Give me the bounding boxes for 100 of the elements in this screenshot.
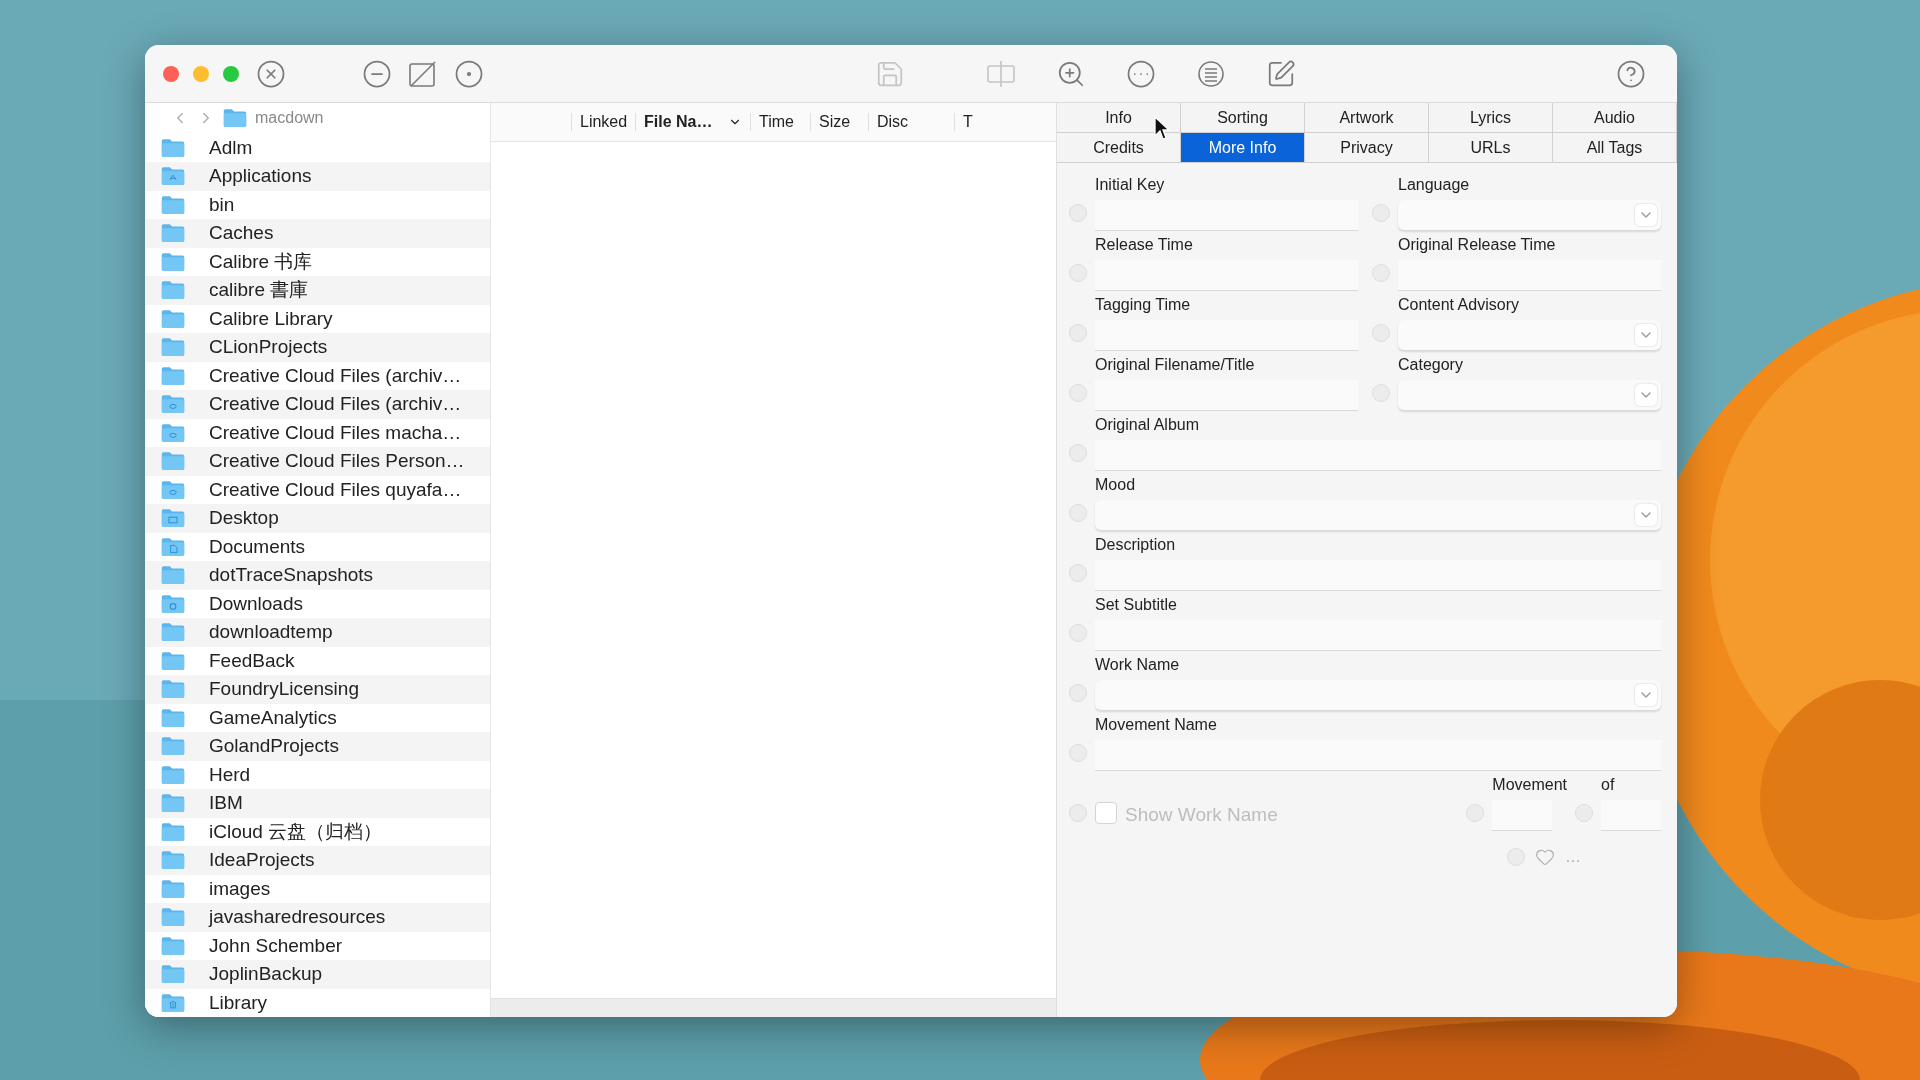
folder-name: Creative Cloud Files macha… (209, 421, 462, 444)
cloud-folder-icon (161, 394, 185, 415)
column-header[interactable]: Time (750, 113, 810, 131)
folder-name: IBM (209, 792, 243, 815)
tab[interactable]: Info (1057, 103, 1181, 133)
cursor-icon (1153, 115, 1171, 141)
column-header[interactable]: File Na… (635, 113, 750, 131)
field-label: Initial Key (1095, 176, 1166, 194)
folder-icon (161, 223, 185, 244)
input-field[interactable] (1095, 440, 1661, 471)
input-field[interactable] (1492, 800, 1553, 831)
close-window-button[interactable] (163, 65, 179, 82)
library-folder-icon (161, 992, 185, 1013)
applications-folder-icon (161, 166, 185, 187)
checkbox-label: Show Work Name (1125, 804, 1278, 826)
folder-icon (161, 280, 185, 301)
field-label: Tagging Time (1095, 296, 1192, 314)
tab[interactable]: Credits (1057, 133, 1181, 163)
compose-icon (1266, 58, 1296, 89)
input-field[interactable] (1398, 260, 1661, 291)
folder-name: images (209, 877, 271, 900)
field-label: Set Subtitle (1095, 596, 1178, 614)
checkbox[interactable] (1095, 802, 1117, 824)
folder-row[interactable]: JoplinBackup (145, 960, 490, 989)
minimize-window-button[interactable] (193, 65, 209, 82)
field-label: Description (1095, 536, 1177, 554)
column-header[interactable]: Disc (868, 113, 954, 131)
folder-row[interactable]: dotTraceSnapshots (145, 561, 490, 590)
folder-row[interactable]: IdeaProjects (145, 846, 490, 875)
help-icon (1616, 58, 1646, 89)
input-field[interactable] (1095, 260, 1358, 291)
folder-name: IdeaProjects (209, 849, 315, 872)
field-label: of (1601, 776, 1615, 794)
tab[interactable]: More Info (1181, 133, 1305, 163)
tab[interactable]: Privacy (1305, 133, 1429, 163)
downloads-folder-icon (161, 593, 185, 614)
field-label: Movement (1492, 776, 1567, 794)
folder-name: Applications (209, 165, 312, 188)
tab[interactable]: All Tags (1553, 133, 1677, 163)
input-field[interactable] (1095, 320, 1358, 351)
folder-row[interactable]: FoundryLicensing (145, 675, 490, 704)
folder-name: iCloud 云盘（归档） (209, 819, 383, 844)
folder-name: Calibre 书库 (209, 249, 313, 274)
input-field[interactable] (1095, 740, 1661, 771)
field-label: Movement Name (1095, 716, 1218, 734)
field-label: Work Name (1095, 656, 1181, 674)
folder-icon (161, 451, 185, 472)
folder-icon (161, 935, 185, 956)
folder-name: Caches (209, 222, 274, 245)
tab[interactable]: Sorting (1181, 103, 1305, 133)
input-field[interactable] (1601, 800, 1661, 831)
folder-icon (161, 821, 185, 842)
column-header[interactable]: Linked (571, 113, 635, 131)
tab[interactable]: Artwork (1305, 103, 1429, 133)
cloud-folder-icon (161, 422, 185, 443)
tab[interactable]: Lyrics (1429, 103, 1553, 133)
dropdown-field[interactable] (1398, 200, 1661, 231)
path-text: macdown (255, 109, 324, 128)
folder-row[interactable]: Desktop (145, 504, 490, 533)
input-field[interactable] (1095, 200, 1358, 231)
tab[interactable]: URLs (1429, 133, 1553, 163)
scrollbar-track[interactable] (491, 998, 1056, 1017)
folder-icon (161, 907, 185, 928)
folder-row[interactable]: CLionProjects (145, 333, 490, 362)
folder-row[interactable]: downloadtemp (145, 618, 490, 647)
input-field[interactable] (1095, 380, 1358, 411)
dropdown-field[interactable] (1398, 380, 1661, 411)
input-field[interactable] (1095, 620, 1661, 651)
dropdown-field[interactable] (1095, 500, 1661, 531)
split-icon (985, 58, 1017, 89)
zoom-window-button[interactable] (223, 65, 239, 82)
close-icon (256, 58, 286, 89)
folder-name: javasharedresources (209, 906, 386, 929)
folder-row[interactable]: Caches (145, 219, 490, 248)
folder-name: Creative Cloud Files (archiv… (209, 393, 462, 416)
folder-icon (161, 622, 185, 643)
column-header[interactable]: Size (810, 113, 868, 131)
folder-icon (161, 764, 185, 785)
field-label: Content Advisory (1398, 296, 1520, 314)
folder-row[interactable]: Creative Cloud Files Person… (145, 447, 490, 476)
folder-row[interactable]: javasharedresources (145, 903, 490, 932)
folder-row[interactable]: GolandProjects (145, 732, 490, 761)
tab[interactable]: Audio (1553, 103, 1677, 133)
dropdown-field[interactable] (1398, 320, 1661, 351)
column-header[interactable]: T (954, 113, 994, 131)
folder-name: Creative Cloud Files quyafa… (209, 478, 462, 501)
folder-icon (161, 878, 185, 899)
folder-row[interactable]: calibre 書庫 (145, 276, 490, 305)
dropdown-field[interactable] (1095, 680, 1661, 711)
folder-row[interactable]: Creative Cloud Files (archiv… (145, 390, 490, 419)
more-icon (1126, 58, 1156, 89)
folder-name: Desktop (209, 507, 279, 530)
list-icon (1196, 58, 1226, 89)
heart-icon[interactable] (1535, 847, 1555, 867)
folder-row[interactable]: IBM (145, 789, 490, 818)
folder-row[interactable]: Applications (145, 162, 490, 191)
input-field[interactable] (1095, 560, 1661, 591)
minus-icon (362, 58, 392, 89)
folder-name: John Schember (209, 934, 343, 957)
folder-name: dotTraceSnapshots (209, 564, 374, 587)
